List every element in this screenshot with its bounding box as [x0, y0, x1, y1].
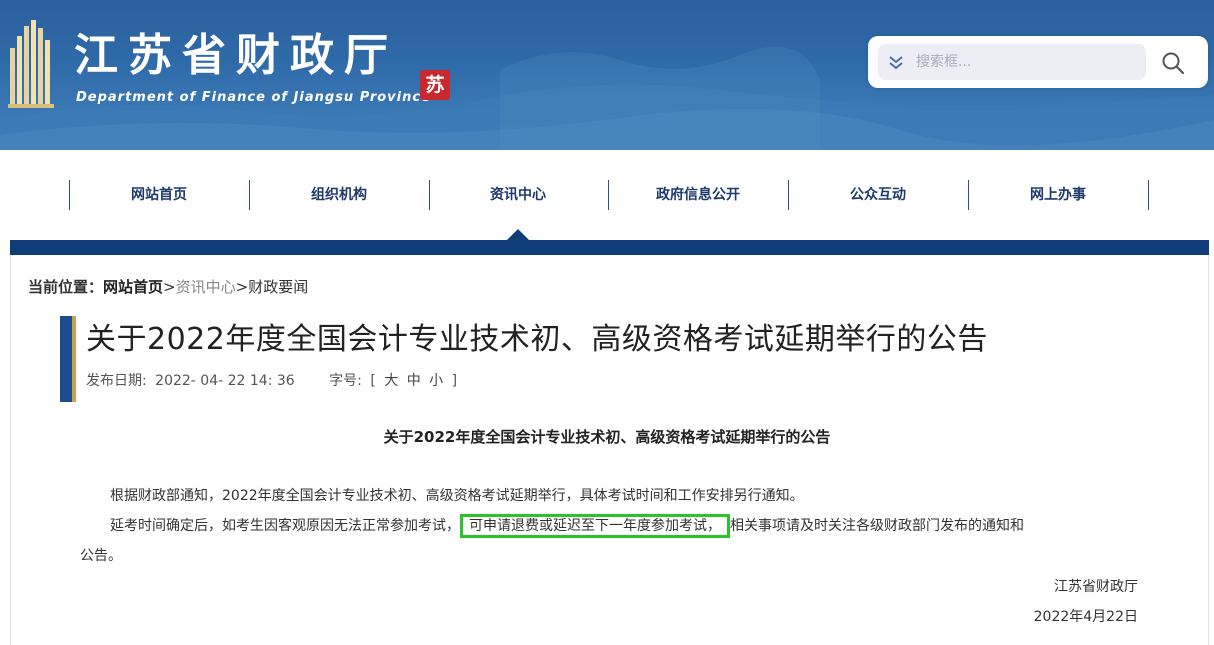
breadcrumb-current-link[interactable]: 财政要闻 [248, 278, 308, 296]
article-meta: 发布日期: 2022- 04- 22 14: 36 字号: [ 大 中 小 ] [86, 370, 461, 392]
signature-organization: 江苏省财政厅 [1054, 579, 1138, 595]
active-nav-indicator [507, 229, 529, 240]
nav-item-online-services[interactable]: 网上办事 [968, 180, 1148, 210]
nav-item-gov-info[interactable]: 政府信息公开 [608, 180, 788, 210]
main-nav: 网站首页 组织机构 资讯中心 政府信息公开 公众互动 网上办事 [0, 150, 1214, 240]
paragraph-2-text-after: 相关事项请及时关注各级财政部门发布的通知和 [730, 518, 1024, 534]
article-title: 关于2022年度全国会计专业技术初、高级资格考试延期举行的公告 [86, 322, 988, 357]
breadcrumb: 当前位置：网站首页>资讯中心>财政要闻 [28, 276, 308, 298]
chevron-double-down-icon[interactable] [884, 50, 908, 74]
site-subtitle: Department of Finance of Jiangsu Provinc… [76, 90, 431, 105]
title-accent-stripe [72, 316, 76, 402]
publish-date-label: 发布日期: [86, 373, 147, 389]
highlighted-text: 可申请退费或延迟至下一年度参加考试， [460, 514, 730, 538]
seal-stamp: 苏 [420, 70, 450, 100]
font-size-label: 字号: [329, 373, 362, 389]
paragraph-2-text-before: 延考时间确定后，如考生因客观原因无法正常参加考试， [110, 518, 460, 534]
nav-underline-bar [10, 240, 1209, 255]
article-paragraph-2: 延考时间确定后，如考生因客观原因无法正常参加考试， 可申请退费或延迟至下一年度参加… [110, 511, 1024, 541]
breadcrumb-separator: > [235, 278, 249, 296]
signature-date: 2022年4月22日 [1033, 609, 1138, 625]
article-paragraph-1: 根据财政部通知，2022年度全国会计专业技术初、高级资格考试延期举行，具体考试时… [110, 488, 804, 504]
font-size-bracket-open: [ [370, 373, 376, 389]
search-field-wrapper [878, 44, 1146, 80]
font-size-small-button[interactable]: 小 [429, 373, 443, 389]
nav-item-organization[interactable]: 组织机构 [249, 180, 429, 210]
nav-item-public-interaction[interactable]: 公众互动 [788, 180, 968, 210]
font-size-medium-button[interactable]: 中 [407, 373, 421, 389]
logo-pillars-icon [8, 20, 54, 108]
nav-item-news-center[interactable]: 资讯中心 [428, 180, 608, 210]
search-input[interactable] [916, 50, 1136, 74]
breadcrumb-home-link[interactable]: 网站首页 [103, 278, 163, 296]
document-title: 关于2022年度全国会计专业技术初、高级资格考试延期举行的公告 [383, 428, 831, 446]
article-header: 关于2022年度全国会计专业技术初、高级资格考试延期举行的公告 发布日期: 20… [60, 316, 1160, 402]
article-paragraph-3: 公告。 [80, 548, 122, 564]
nav-divider [1148, 180, 1149, 210]
breadcrumb-separator: > [163, 278, 176, 296]
site-title: 江苏省财政厅 [74, 30, 398, 81]
content-area [10, 255, 1209, 645]
publish-date-value: 2022- 04- 22 14: 36 [155, 373, 295, 389]
breadcrumb-news-center-link[interactable]: 资讯中心 [176, 278, 236, 296]
search-icon[interactable] [1160, 50, 1186, 76]
font-size-large-button[interactable]: 大 [384, 373, 398, 389]
breadcrumb-label: 当前位置： [28, 278, 104, 296]
search-box [868, 36, 1208, 88]
title-accent-bar [60, 316, 72, 402]
nav-item-home[interactable]: 网站首页 [69, 180, 249, 210]
site-header: 江苏省财政厅 Department of Finance of Jiangsu … [0, 0, 1214, 150]
font-size-bracket-close: ] [451, 373, 458, 389]
